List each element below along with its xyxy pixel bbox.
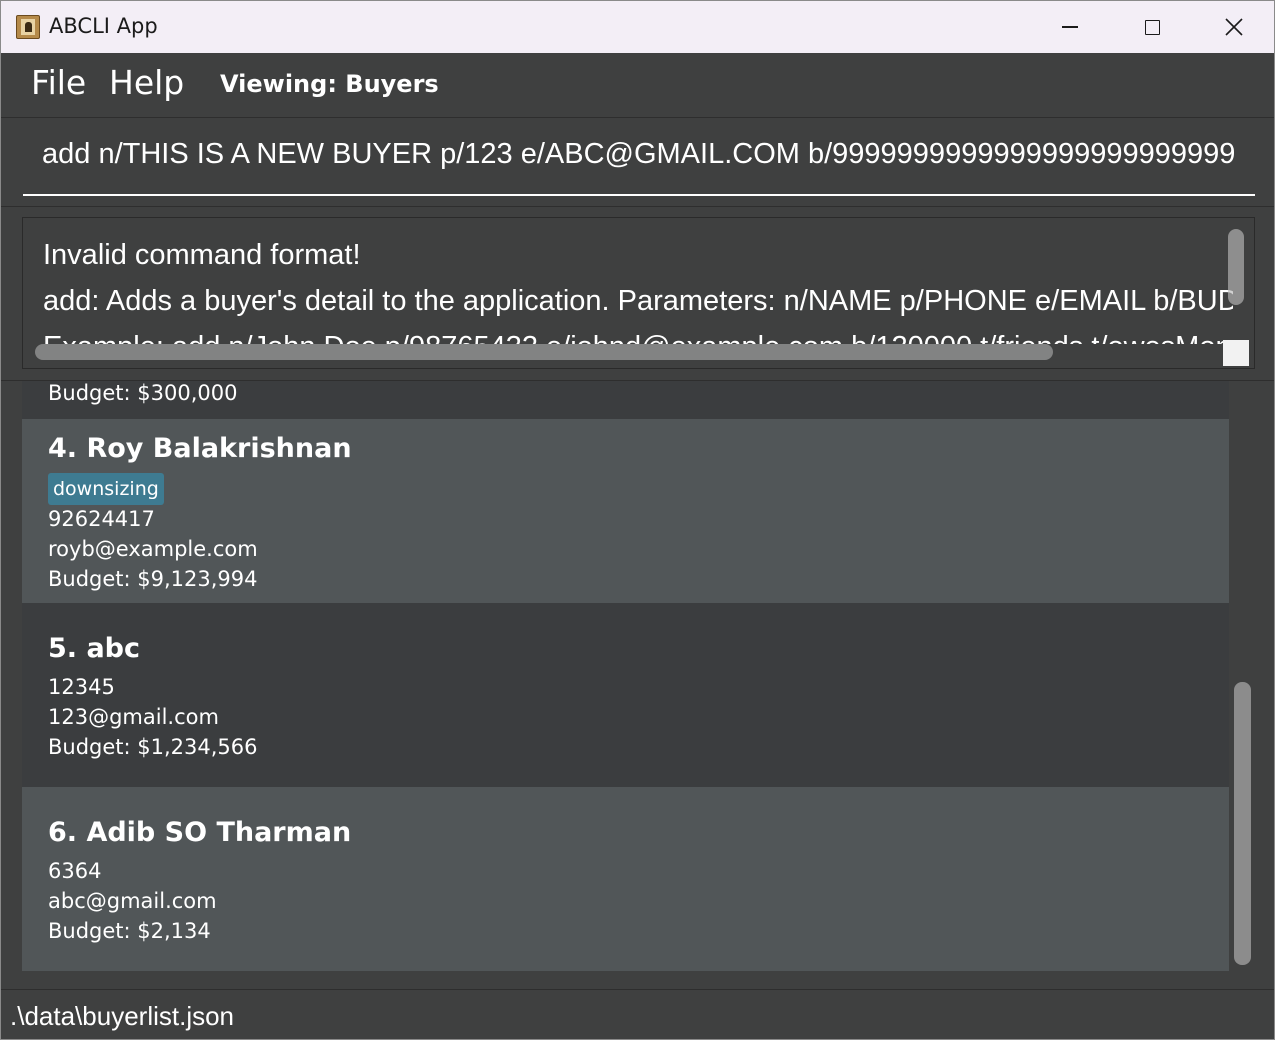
- minimize-icon: [1062, 26, 1078, 28]
- scrollbar-corner: [1223, 340, 1249, 366]
- minimize-button[interactable]: [1029, 1, 1111, 53]
- list-item[interactable]: 4. Roy Balakrishnan downsizing 92624417 …: [22, 419, 1229, 603]
- buyer-name: 6. Adib SO Tharman: [48, 817, 352, 848]
- result-display[interactable]: Invalid command format! add: Adds a buye…: [22, 217, 1255, 369]
- buyer-list: Budget: $300,000 4. Roy Balakrishnan dow…: [22, 381, 1229, 971]
- result-vertical-scrollbar[interactable]: [1228, 229, 1244, 305]
- status-bar: .\data\buyerlist.json: [1, 989, 1274, 1039]
- maximize-button[interactable]: [1111, 1, 1193, 53]
- list-item[interactable]: Budget: $300,000: [22, 381, 1229, 419]
- result-display-panel: Invalid command format! add: Adds a buye…: [1, 207, 1274, 381]
- window-title: ABCLI App: [49, 14, 158, 38]
- close-icon: [1225, 18, 1243, 36]
- save-location-path: .\data\buyerlist.json: [10, 1001, 235, 1031]
- buyer-budget: Budget: $2,134: [48, 919, 211, 943]
- close-button[interactable]: [1193, 1, 1274, 53]
- buyer-phone: 6364: [48, 859, 102, 883]
- buyer-name: 5. abc: [48, 633, 140, 664]
- app-window: ABCLI App File Help Viewing: Buyers add …: [0, 0, 1275, 1040]
- command-box: add n/THIS IS A NEW BUYER p/123 e/ABC@GM…: [1, 117, 1274, 207]
- maximize-icon: [1144, 19, 1160, 35]
- address-book-icon: [16, 15, 40, 39]
- buyer-email: royb@example.com: [48, 537, 258, 561]
- title-bar: ABCLI App: [1, 1, 1274, 53]
- result-line-error: Invalid command format!: [43, 239, 361, 271]
- buyer-phone: 12345: [48, 675, 115, 699]
- buyer-budget: Budget: $300,000: [48, 381, 238, 405]
- buyer-budget: Budget: $1,234,566: [48, 735, 258, 759]
- viewing-label: Viewing: Buyers: [220, 70, 439, 98]
- buyer-phone: 92624417: [48, 507, 155, 531]
- command-input[interactable]: add n/THIS IS A NEW BUYER p/123 e/ABC@GM…: [23, 118, 1255, 196]
- result-line-example: Example: add n/John Doe p/98765432 e/joh…: [43, 324, 1233, 344]
- list-item[interactable]: 5. abc 12345 123@gmail.com Budget: $1,23…: [22, 603, 1229, 787]
- menu-bar: File Help Viewing: Buyers: [1, 53, 1274, 117]
- buyer-tag: downsizing: [48, 473, 164, 505]
- menu-file[interactable]: File: [31, 63, 86, 102]
- buyer-list-panel: Budget: $300,000 4. Roy Balakrishnan dow…: [1, 381, 1274, 989]
- menu-help[interactable]: Help: [109, 63, 184, 102]
- buyer-email: 123@gmail.com: [48, 705, 219, 729]
- buyer-email: abc@gmail.com: [48, 889, 217, 913]
- buyer-name: 4. Roy Balakrishnan: [48, 433, 352, 464]
- buyer-list-scrollbar[interactable]: [1234, 682, 1251, 965]
- result-text: Invalid command format! add: Adds a buye…: [43, 232, 1233, 344]
- result-horizontal-scrollbar[interactable]: [35, 344, 1053, 360]
- buyer-budget: Budget: $9,123,994: [48, 567, 258, 591]
- list-item[interactable]: 6. Adib SO Tharman 6364 abc@gmail.com Bu…: [22, 787, 1229, 971]
- result-line-usage: add: Adds a buyer's detail to the applic…: [43, 285, 1233, 317]
